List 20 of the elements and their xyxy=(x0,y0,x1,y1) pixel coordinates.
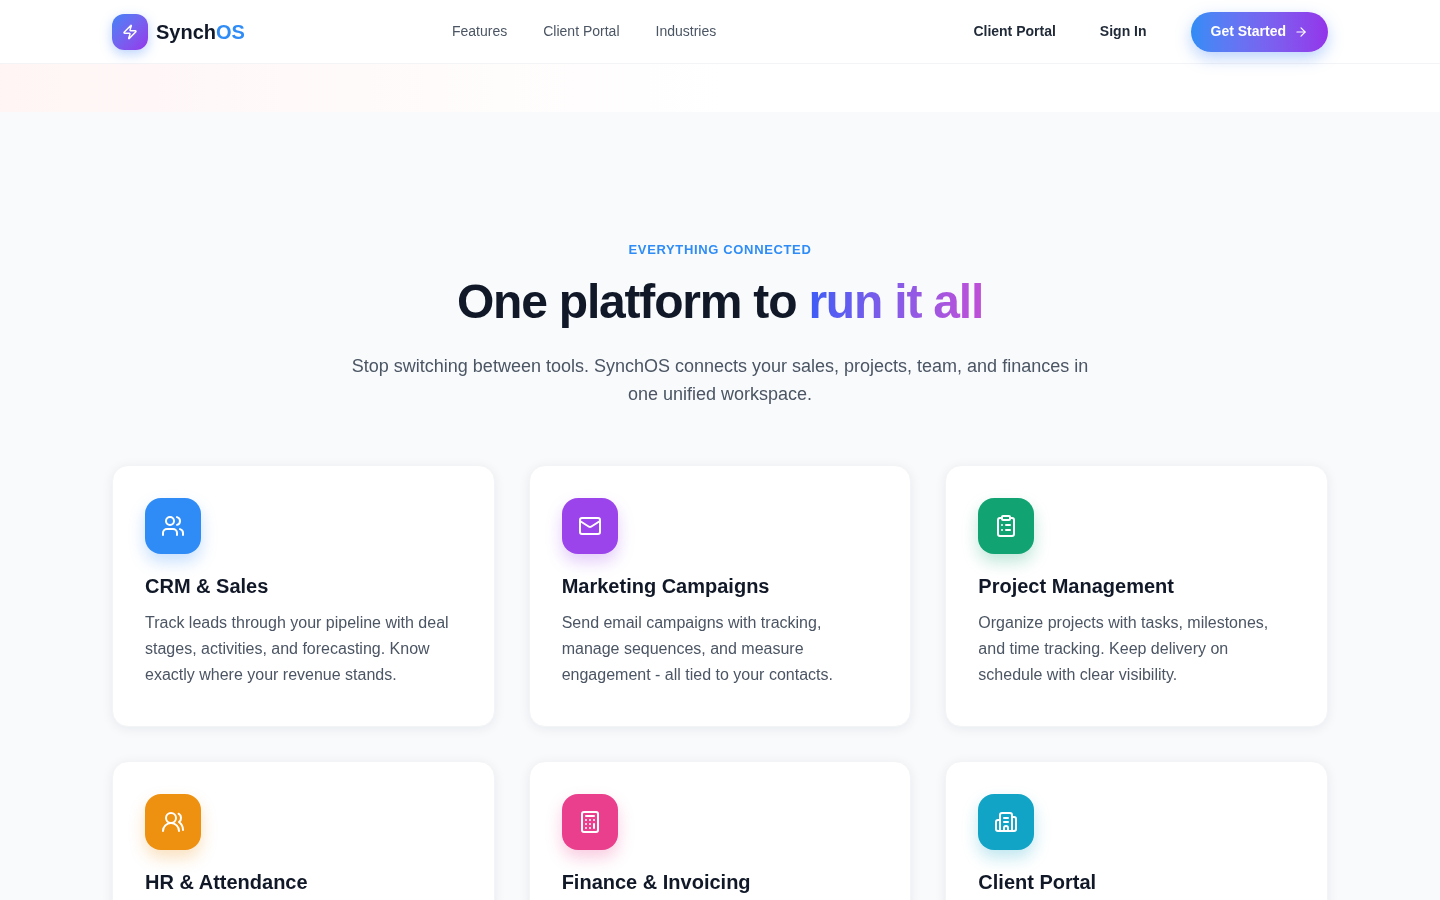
hero-subtitle: Stop switching between tools. SynchOS connects your sales, projects, team, and finances in one unified workspace. xyxy=(350,354,1090,406)
logo-icon xyxy=(112,13,148,50)
brand-name: SynchOS xyxy=(156,19,245,45)
feature-title: Project Management xyxy=(978,573,1175,598)
feature-description: Track leads through your pipeline with deal stages, activities, and forecasting. Know exactly where your revenue stands. xyxy=(145,612,450,685)
feature-title: Marketing Campaigns xyxy=(561,573,771,598)
eyebrow-label: EVERYTHING CONNECTED xyxy=(628,241,812,259)
nav-link[interactable]: Client Portal xyxy=(543,21,620,42)
feature-description: Send email campaigns with tracking, manage sequences, and measure engagement - all tied to your contacts. xyxy=(561,612,834,685)
feature-title: HR & Attendance xyxy=(145,869,309,894)
feature-title: CRM & Sales xyxy=(145,573,270,598)
nav-link[interactable]: Features xyxy=(452,21,508,42)
feature-description: Organize projects with tasks, milestones, and time tracking. Keep delivery on schedule with clear visibility. xyxy=(978,612,1270,685)
get-started-button[interactable]: Get Started xyxy=(1190,11,1328,52)
nav-link[interactable]: Industries xyxy=(655,21,717,42)
feature-title: Finance & Invoicing xyxy=(561,869,752,894)
nav-link[interactable]: Sign In xyxy=(1099,21,1147,42)
feature-title: Client Portal xyxy=(978,869,1098,894)
hero-heading: One platform to run it all xyxy=(456,273,984,330)
nav-link[interactable]: Client Portal xyxy=(973,21,1056,42)
